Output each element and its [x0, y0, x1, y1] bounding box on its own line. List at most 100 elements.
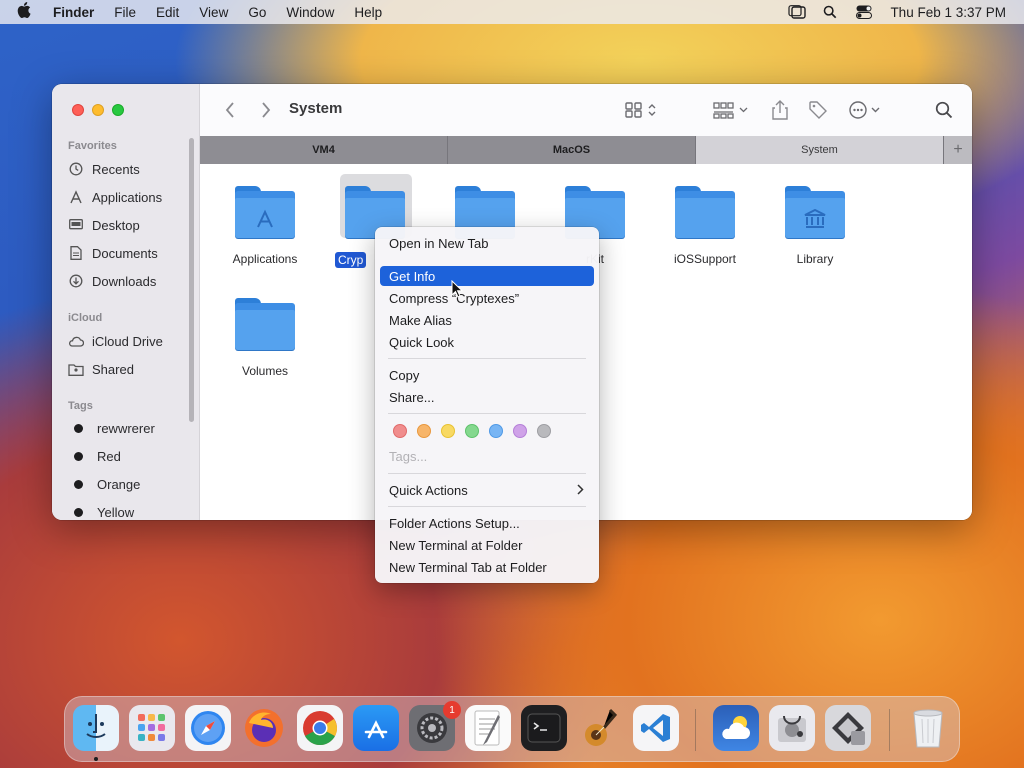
boot-camp-dock-icon[interactable]	[825, 705, 871, 751]
sidebar-item-label: Downloads	[92, 273, 157, 289]
menu-go[interactable]: Go	[248, 5, 266, 20]
sidebar-item-label: Red	[97, 449, 121, 464]
tag-orange-dot[interactable]	[417, 424, 431, 438]
menu-item-share[interactable]: Share...	[380, 387, 594, 407]
launchpad-dock-icon[interactable]	[129, 705, 175, 751]
toolbar: System	[200, 84, 972, 136]
tag-red-dot[interactable]	[393, 424, 407, 438]
menu-item-compress[interactable]: Compress “Cryptexes”	[380, 288, 594, 308]
menu-item-label: Quick Actions	[389, 482, 468, 498]
stage-manager-icon[interactable]	[788, 5, 807, 19]
disk-utility-dock-icon[interactable]	[769, 705, 815, 751]
menu-item-folder-actions-setup[interactable]: Folder Actions Setup...	[380, 513, 594, 533]
tag-color-icon	[74, 480, 83, 489]
menu-item-get-info[interactable]: Get Info	[380, 266, 594, 286]
weather-dock-icon[interactable]	[713, 705, 759, 751]
menu-clock[interactable]: Thu Feb 1 3:37 PM	[890, 5, 1006, 20]
tag-color-icon	[74, 452, 83, 461]
folder-name: Applications	[232, 252, 298, 266]
menu-app-name[interactable]: Finder	[53, 5, 94, 20]
sidebar-item-label: Recents	[92, 161, 140, 177]
tag-gray-dot[interactable]	[537, 424, 551, 438]
menu-edit[interactable]: Edit	[156, 5, 179, 20]
spotlight-search-icon[interactable]	[822, 5, 840, 19]
tag-blue-dot[interactable]	[489, 424, 503, 438]
tab-system[interactable]: System	[696, 136, 944, 164]
tag-green-dot[interactable]	[465, 424, 479, 438]
view-mode-button[interactable]	[624, 98, 660, 122]
applications-emblem-icon	[235, 204, 295, 234]
folder-name: iOSSupport	[673, 252, 737, 266]
terminal-dock-icon[interactable]	[521, 705, 567, 751]
menu-item-new-terminal-tab-at-folder[interactable]: New Terminal Tab at Folder	[380, 557, 594, 577]
group-by-button[interactable]	[712, 98, 752, 122]
grid-view-icon	[625, 102, 656, 118]
menu-item-quick-actions[interactable]: Quick Actions	[380, 480, 594, 500]
sidebar-item-icloud-drive[interactable]: iCloud Drive	[68, 333, 163, 349]
system-settings-dock-icon[interactable]: 1	[409, 701, 461, 751]
vscode-dock-icon[interactable]	[633, 705, 679, 751]
new-tab-button[interactable]: +	[944, 136, 972, 164]
trash-dock-icon[interactable]	[905, 705, 951, 751]
menu-item-tags[interactable]: Tags...	[380, 446, 594, 466]
sidebar-item-label: Desktop	[92, 217, 140, 233]
tab-vm4[interactable]: VM4	[200, 136, 448, 164]
folder-icon	[785, 186, 845, 238]
dock: 1	[64, 696, 960, 762]
sidebar-item-recents[interactable]: Recents	[68, 161, 140, 177]
finder-dock-icon[interactable]	[73, 705, 119, 751]
menu-help[interactable]: Help	[354, 5, 382, 20]
sidebar-item-shared[interactable]: Shared	[68, 361, 134, 377]
menu-item-copy[interactable]: Copy	[380, 365, 594, 385]
menu-item-make-alias[interactable]: Make Alias	[380, 310, 594, 330]
folder-name: Volumes	[241, 364, 289, 378]
menu-item-new-terminal-at-folder[interactable]: New Terminal at Folder	[380, 535, 594, 555]
garageband-dock-icon[interactable]	[577, 705, 623, 751]
more-actions-button[interactable]	[846, 98, 886, 122]
control-center-icon[interactable]	[856, 5, 874, 19]
sidebar-item-desktop[interactable]: Desktop	[68, 217, 140, 233]
safari-dock-icon[interactable]	[185, 705, 231, 751]
zoom-button[interactable]	[112, 104, 124, 116]
sidebar-item-label: iCloud Drive	[92, 333, 163, 349]
notification-badge: 1	[443, 701, 461, 719]
tag-purple-dot[interactable]	[513, 424, 527, 438]
sidebar-tag-yellow[interactable]: Yellow	[68, 505, 134, 520]
close-button[interactable]	[72, 104, 84, 116]
sidebar-item-documents[interactable]: Documents	[68, 245, 158, 261]
firefox-dock-icon[interactable]	[241, 705, 287, 751]
apple-menu-icon[interactable]	[17, 2, 37, 22]
menu-item-quick-look[interactable]: Quick Look	[380, 332, 594, 352]
search-button[interactable]	[932, 98, 956, 122]
sidebar-tag-orange[interactable]: Orange	[68, 477, 140, 492]
tags-button[interactable]	[806, 98, 830, 122]
tag-yellow-dot[interactable]	[441, 424, 455, 438]
sidebar-tag-red[interactable]: Red	[68, 449, 121, 464]
menu-window[interactable]: Window	[286, 5, 334, 20]
sidebar-section-icloud: iCloud	[68, 312, 103, 324]
textedit-dock-icon[interactable]	[465, 705, 511, 751]
sidebar-item-downloads[interactable]: Downloads	[68, 273, 156, 289]
sidebar-item-applications[interactable]: Applications	[68, 189, 162, 205]
window-title: System	[289, 100, 343, 117]
menu-view[interactable]: View	[199, 5, 228, 20]
sidebar-scrollbar[interactable]	[189, 138, 194, 422]
menu-item-open-in-new-tab[interactable]: Open in New Tab	[380, 233, 594, 253]
folder-name: Cryp	[335, 252, 367, 268]
forward-button[interactable]	[256, 98, 276, 122]
folder-item[interactable]: iOSSupport	[660, 186, 750, 266]
app-store-dock-icon[interactable]	[353, 705, 399, 751]
folder-icon	[235, 186, 295, 238]
folder-item[interactable]: Applications	[220, 186, 310, 266]
shared-folder-icon	[68, 361, 84, 377]
folder-item[interactable]: Library	[770, 186, 860, 266]
tab-macos[interactable]: MacOS	[448, 136, 696, 164]
context-menu: Open in New Tab Get Info Compress “Crypt…	[375, 227, 599, 583]
share-button[interactable]	[768, 98, 792, 122]
chrome-dock-icon[interactable]	[297, 705, 343, 751]
back-button[interactable]	[220, 98, 240, 122]
folder-item[interactable]: Volumes	[220, 298, 310, 378]
menu-file[interactable]: File	[114, 5, 136, 20]
minimize-button[interactable]	[92, 104, 104, 116]
sidebar-tag-rewwrerer[interactable]: rewwrerer	[68, 421, 155, 436]
